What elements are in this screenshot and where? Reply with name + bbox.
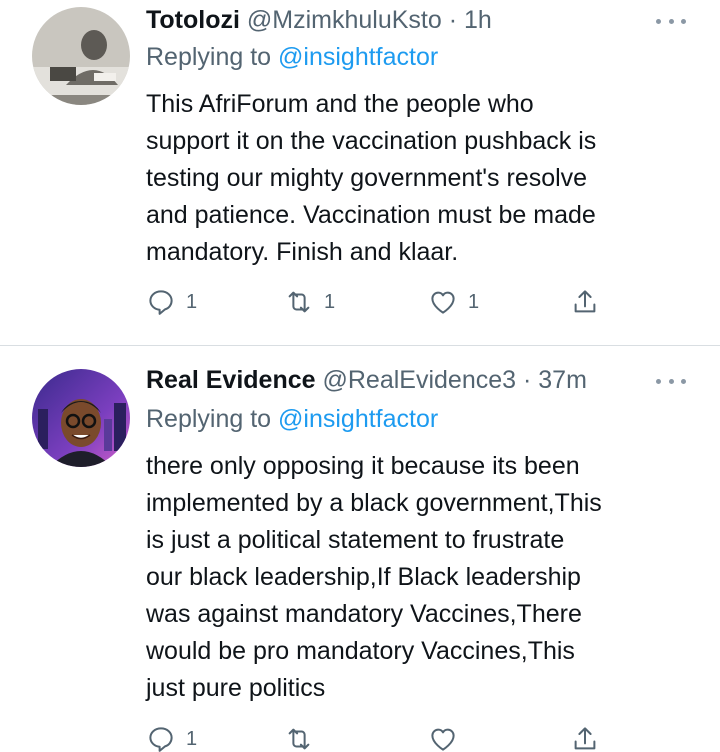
avatar[interactable]: [32, 369, 130, 467]
reply-count: 1: [186, 727, 198, 750]
replying-mention[interactable]: @insightfactor: [278, 43, 438, 71]
tweet-text-line: would be pro mandatory Vaccines,This: [146, 637, 575, 665]
author-handle[interactable]: @RealEvidence3: [322, 366, 516, 394]
replying-to: Replying to @insightfactor: [146, 42, 438, 72]
share-icon: [574, 290, 596, 313]
author-name[interactable]: Real Evidence: [146, 366, 316, 394]
share-icon: [574, 727, 596, 750]
tweet[interactable]: Real Evidence @RealEvidence3 · 37m Reply…: [0, 347, 720, 752]
retweet-count: 1: [324, 290, 336, 313]
tweet-text-line: testing our mighty government's resolve: [146, 164, 588, 192]
retweet-icon: [288, 291, 310, 313]
action-bar: 1: [146, 721, 616, 752]
retweet-button[interactable]: [284, 721, 324, 752]
author-handle[interactable]: @MzimkhuluKsto: [247, 6, 442, 34]
replying-prefix: Replying to: [146, 405, 272, 433]
reply-icon: [149, 290, 173, 315]
like-count: 1: [468, 290, 480, 313]
tweet-text-line: implemented by a black government,This: [146, 489, 602, 517]
reply-icon: [149, 727, 173, 752]
avatar[interactable]: [32, 7, 130, 105]
tweet-header: Real Evidence @RealEvidence3 · 37m: [146, 365, 587, 395]
tweet-text: This AfriForum and the people who suppor…: [146, 86, 706, 271]
separator: ·: [448, 6, 458, 34]
like-button[interactable]: 1: [428, 284, 479, 320]
tweet-text-line: support it on the vaccination pushback i…: [146, 127, 597, 155]
tweet-time[interactable]: 1h: [464, 6, 492, 34]
more-icon[interactable]: [656, 376, 686, 386]
replying-prefix: Replying to: [146, 43, 272, 71]
tweet-text-line: just pure politics: [146, 674, 326, 702]
reply-count: 1: [186, 290, 198, 313]
share-button[interactable]: [570, 721, 600, 752]
replying-to: Replying to @insightfactor: [146, 404, 438, 434]
tweet-text-line: This AfriForum and the people who: [146, 90, 534, 118]
like-button[interactable]: [428, 721, 468, 752]
heart-icon: [431, 291, 455, 314]
tweet-text-line: our black leadership,If Black leadership: [146, 563, 581, 591]
tweet-text-line: and patience. Vaccination must be made: [146, 201, 596, 229]
reply-button[interactable]: 1: [146, 721, 197, 752]
retweet-icon: [288, 728, 310, 750]
retweet-button[interactable]: 1: [284, 284, 335, 320]
heart-icon: [431, 728, 455, 751]
author-name[interactable]: Totolozi: [146, 6, 240, 34]
action-bar: 1 1 1: [146, 284, 616, 320]
tweet-header: Totolozi @MzimkhuluKsto · 1h: [146, 5, 492, 35]
tweet-text-line: there only opposing it because its been: [146, 452, 580, 480]
replying-mention[interactable]: @insightfactor: [278, 405, 438, 433]
share-button[interactable]: [570, 284, 600, 320]
more-icon[interactable]: [656, 16, 686, 26]
tweet-text-line: mandatory. Finish and klaar.: [146, 238, 459, 266]
tweet-text-line: is just a political statement to frustra…: [146, 526, 565, 554]
tweet-time[interactable]: 37m: [538, 366, 587, 394]
tweet-text-line: was against mandatory Vaccines,There: [146, 600, 582, 628]
tweet[interactable]: Totolozi @MzimkhuluKsto · 1h Replying to…: [0, 0, 720, 346]
tweet-text: there only opposing it because its been …: [146, 448, 706, 707]
reply-button[interactable]: 1: [146, 284, 197, 320]
